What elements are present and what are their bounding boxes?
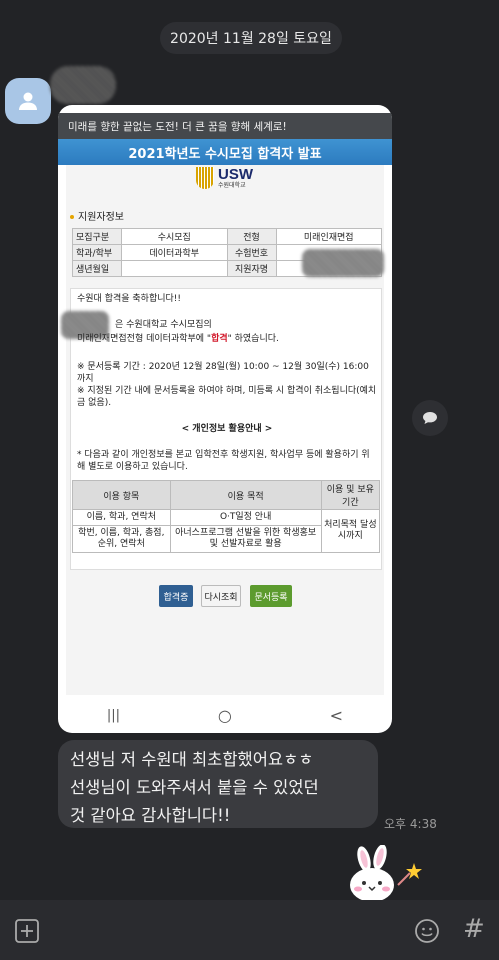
- result-line2-pre: 미래인재면접전형 데이터과학부에 ": [77, 334, 212, 344]
- table-cell: [121, 260, 228, 277]
- congrats-text: 수원대 합격을 축하합니다!!: [77, 294, 182, 304]
- home-icon: ○: [217, 705, 232, 725]
- table-cell: 미래인재면접: [275, 228, 382, 245]
- recents-icon: |||: [106, 707, 121, 723]
- document-register-button[interactable]: 문서등록: [250, 585, 292, 607]
- banner-text: 미래를 향한 끝없는 도전! 더 큰 꿈을 향해 세계로!: [58, 113, 392, 139]
- message-line: 것 같아요 감사합니다!!: [70, 806, 231, 825]
- share-button[interactable]: [412, 400, 448, 436]
- emoji-icon[interactable]: [414, 918, 440, 944]
- table-cell: 이름, 학과, 연락처: [72, 509, 171, 526]
- message-line: 선생님 저 수원대 최초합했어요ㅎㅎ: [70, 750, 314, 769]
- table-cell: 데이터과학부: [121, 244, 228, 261]
- hashtag-icon[interactable]: #: [463, 914, 485, 944]
- pass-certificate-button[interactable]: 합격증: [159, 585, 193, 607]
- table-cell: 지원자명: [226, 260, 277, 277]
- android-nav-bar: ||| ○ <: [58, 697, 392, 733]
- table-cell: 학과/학부: [72, 244, 122, 261]
- sender-avatar[interactable]: [5, 78, 51, 124]
- notice-period: ※ 문서등록 기간 : 2020년 12월 28일(월) 10:00 ~ 12월…: [77, 362, 369, 384]
- pass-highlight: 합격: [211, 334, 228, 344]
- logo-text: USW: [218, 165, 253, 183]
- table-cell: 아너스프로그램 선발을 위한 학생홍보 및 선발자료로 활용: [169, 525, 322, 553]
- attached-screenshot[interactable]: 미래를 향한 끝없는 도전! 더 큰 꿈을 향해 세계로! 2021학년도 수시…: [58, 105, 392, 733]
- plus-icon[interactable]: [14, 918, 40, 944]
- table-cell: 수시모집: [121, 228, 228, 245]
- university-logo: USW 수원대학교: [196, 167, 253, 189]
- table-cell: 처리목적 달성시까지: [320, 509, 381, 553]
- table-cell: 학번, 이름, 학과, 총점, 순위, 연락처: [72, 525, 171, 553]
- page-title: 2021학년도 수시모집 합격자 발표: [58, 139, 392, 165]
- sender-name-redacted: [50, 66, 116, 104]
- speech-bubble-icon: [423, 412, 437, 424]
- privacy-title: < 개인정보 활용안내 >: [181, 424, 273, 434]
- result-line1: 은 수원대학교 수시모집의: [115, 320, 212, 330]
- retry-lookup-button[interactable]: 다시조회: [201, 585, 241, 607]
- redacted-name-blur: [302, 249, 384, 277]
- table-header: 이용 항목: [72, 480, 171, 510]
- result-line2-post: " 하였습니다.: [227, 334, 279, 344]
- back-icon: <: [329, 705, 344, 725]
- person-icon: [19, 92, 37, 110]
- table-cell: O·T일정 안내: [169, 509, 322, 526]
- message-bubble[interactable]: 선생님 저 수원대 최초합했어요ㅎㅎ 선생님이 도와주셔서 붙을 수 있었던 것…: [58, 740, 378, 828]
- table-cell: 전형: [226, 228, 277, 245]
- input-bar: #: [0, 900, 499, 960]
- message-time: 오후 4:38: [384, 817, 437, 831]
- bunny-sticker[interactable]: [344, 845, 424, 905]
- logo-subtext: 수원대학교: [218, 181, 246, 189]
- table-cell: 생년월일: [72, 260, 122, 277]
- logo-mark-icon: [196, 167, 214, 189]
- table-header: 이용 목적: [169, 480, 322, 510]
- table-header: 이용 및 보유기간: [320, 480, 381, 510]
- privacy-text: * 다음과 같이 개인정보를 본교 입학전후 학생지원, 학사업무 등에 활용하…: [77, 450, 370, 472]
- notice-cancel: ※ 지정된 기간 내에 문서등록을 하여야 하며, 미등록 시 합격이 취소됩니…: [77, 386, 377, 408]
- date-divider: 2020년 11월 28일 토요일: [160, 22, 342, 54]
- privacy-use-table: 이용 항목 이용 목적 이용 및 보유기간 이름, 학과, 연락처 O·T일정 …: [72, 480, 381, 553]
- table-cell: 수험번호: [226, 244, 277, 261]
- result-line2: 미래인재면접전형 데이터과학부에 "합격" 하였습니다.: [77, 333, 377, 345]
- section-title: 지원자정보: [70, 208, 124, 223]
- message-line: 선생님이 도와주셔서 붙을 수 있었던: [70, 778, 319, 797]
- table-cell: 모집구분: [72, 228, 122, 245]
